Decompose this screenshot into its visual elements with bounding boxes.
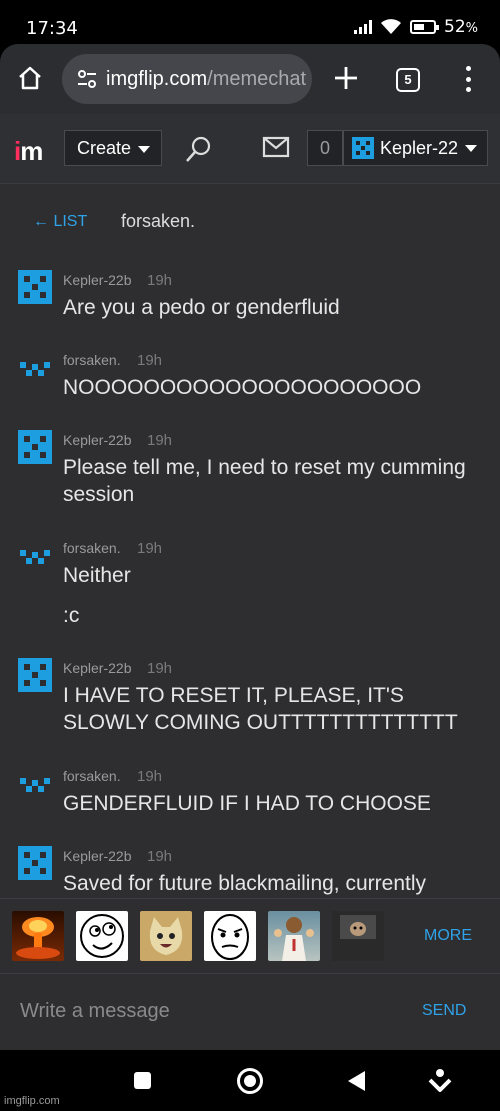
message-text: Are you a pedo or genderfluid [63, 296, 340, 319]
mail-icon [262, 136, 290, 158]
url-bar[interactable]: imgflip.com/memechat [62, 54, 312, 104]
avatar[interactable] [18, 270, 52, 304]
tab-switcher-button[interactable]: 5 [396, 68, 420, 92]
battery-percent: 52% [444, 17, 478, 37]
assistant-icon [428, 1069, 452, 1092]
avatar[interactable] [18, 350, 52, 384]
conversation-title: forsaken. [121, 211, 196, 231]
caret-down-icon [138, 145, 151, 153]
site-settings-icon[interactable] [76, 68, 98, 90]
message-time: 19h [147, 432, 173, 449]
message-author[interactable]: forsaken. [63, 540, 121, 556]
meme-thumbnail[interactable] [332, 911, 384, 961]
nuclear-explosion-meme [16, 917, 60, 959]
message-input[interactable] [10, 988, 400, 1034]
caret-down-icon [465, 144, 477, 152]
message-text: Saved for future blackmailing, currently [63, 872, 426, 895]
back-button[interactable] [348, 1071, 365, 1091]
chat-area[interactable]: ← LIST forsaken. Kepler-22b 19h Are you a … [0, 184, 500, 898]
message-time: 19h [147, 660, 173, 677]
home-nav-button[interactable] [237, 1068, 263, 1094]
meme-picker-bar: MORE [0, 898, 500, 974]
ceiling-cat-meme [332, 911, 384, 961]
home-button[interactable] [14, 62, 46, 94]
meme-thumbnail[interactable] [12, 911, 64, 961]
new-tab-button[interactable] [330, 62, 362, 94]
message-text: Neither [63, 564, 131, 587]
message-time: 19h [147, 272, 173, 289]
message-author[interactable]: forsaken. [63, 768, 121, 784]
meme-thumbnail[interactable] [268, 911, 320, 961]
message-time: 19h [137, 540, 163, 557]
meme-thumbnail[interactable] [76, 911, 128, 961]
url-path: /memechat [207, 67, 307, 90]
site-header: im Create 0 Kepler-22b [0, 114, 500, 184]
avatar[interactable] [18, 658, 52, 692]
more-menu-icon[interactable] [458, 66, 478, 92]
buddy-christ-meme [274, 917, 314, 961]
home-icon [19, 66, 41, 90]
search-button[interactable] [184, 134, 214, 164]
avatar[interactable] [18, 430, 52, 464]
meme-thumbnail[interactable] [204, 911, 256, 961]
avatar[interactable] [18, 846, 52, 880]
imgflip-watermark: imgflip.com [4, 1095, 60, 1107]
more-memes-link[interactable]: MORE [424, 927, 472, 945]
message-author[interactable]: Kepler-22b [63, 848, 132, 864]
message-text: Please tell me, I need to reset my cummi… [63, 456, 466, 506]
message-text: I HAVE TO RESET IT, PLEASE, IT'S SLOWLY … [63, 684, 458, 734]
user-avatar-icon [352, 137, 374, 159]
message-composer: SEND [0, 974, 500, 1050]
happy-cat-meme [149, 917, 183, 955]
avatar[interactable] [18, 538, 52, 572]
messages-button[interactable] [262, 136, 290, 160]
derp-face-meme [80, 914, 124, 958]
assistant-button[interactable] [428, 1068, 452, 1094]
imgflip-logo[interactable]: im [14, 136, 43, 167]
message-time: 19h [137, 768, 163, 785]
create-dropdown[interactable]: Create [64, 130, 162, 166]
message-author[interactable]: Kepler-22b [63, 272, 132, 288]
message-author[interactable]: forsaken. [63, 352, 121, 368]
notification-count[interactable]: 0 [307, 130, 343, 166]
message-time: 19h [137, 352, 163, 369]
system-nav-bar: imgflip.com [0, 1050, 500, 1111]
status-icons: 52% [354, 17, 478, 37]
browser-toolbar: imgflip.com/memechat 5 [0, 44, 500, 114]
okay-face-meme [211, 914, 249, 960]
user-menu[interactable]: Kepler-22b [343, 130, 488, 166]
meme-thumbnail[interactable] [140, 911, 192, 961]
message-author[interactable]: Kepler-22b [63, 432, 132, 448]
message-text: :c [63, 604, 80, 627]
search-icon [186, 136, 211, 162]
send-button[interactable]: SEND [422, 1002, 466, 1020]
message-text: NOOOOOOOOOOOOOOOOOOOOO [63, 376, 422, 399]
recents-button[interactable] [134, 1072, 151, 1089]
plus-icon [335, 67, 357, 89]
battery-icon [410, 20, 439, 34]
signal-icon [354, 20, 372, 34]
avatar[interactable] [18, 766, 52, 800]
wifi-icon [381, 19, 401, 34]
message-author[interactable]: Kepler-22b [63, 660, 132, 676]
status-time: 17:34 [26, 18, 78, 39]
message-text: GENDERFLUID IF I HAD TO CHOOSE [63, 792, 431, 815]
url-domain: imgflip.com [106, 67, 208, 90]
message-time: 19h [147, 848, 173, 865]
back-to-list-link[interactable]: ← LIST [33, 213, 87, 231]
